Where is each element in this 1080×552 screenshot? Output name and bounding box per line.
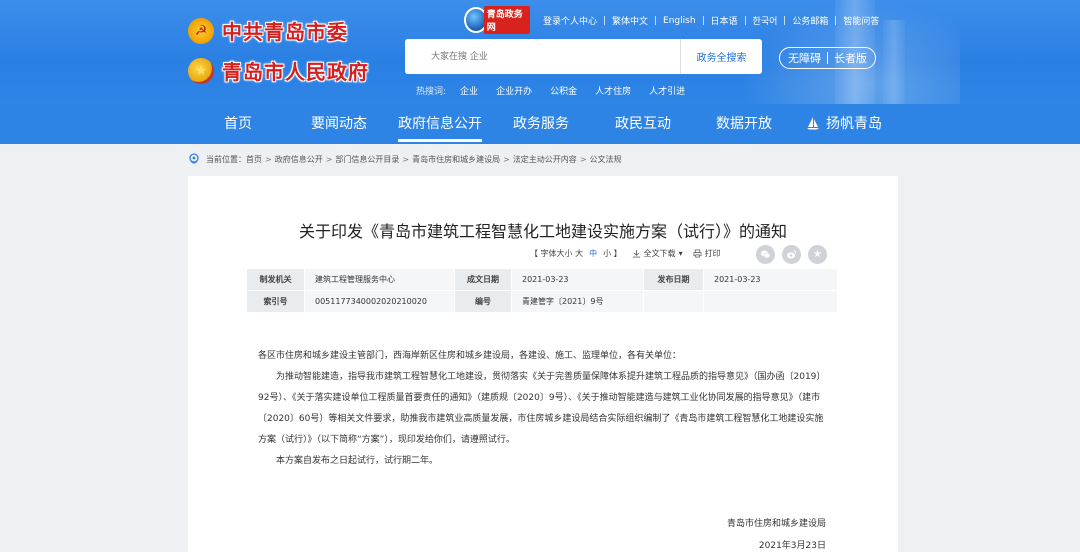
breadcrumb-separator: > [579,154,587,164]
meta-key: 编号 [454,290,512,313]
breadcrumb-separator: > [325,154,333,164]
table-row: 制发机关 建筑工程管理服务中心 成文日期 2021-03-23 发布日期 202… [246,268,838,291]
chevron-down-icon: ▾ [678,249,683,258]
nav-item-services[interactable]: 政务服务 [513,104,569,144]
hot-word[interactable]: 人才住房 [595,84,631,97]
meta-value: 0051177340002020210020 [304,290,455,313]
breadcrumb-separator: > [265,154,272,164]
article-title: 关于印发《青岛市建筑工程智慧化工地建设实施方案（试行）》的通知 [298,222,787,241]
hot-word[interactable]: 人才引进 [649,84,685,97]
hot-search-label: 热搜词: [416,87,447,97]
sail-icon [807,117,819,130]
article-tools: 【 字体大小 大 中 小 】 全文下载 ▾ 打印 [530,248,721,259]
body-paragraph: 本方案自发布之日起试行，试行期二年。 [276,456,439,466]
font-size-medium[interactable]: 中 [589,248,597,259]
document-meta-table: 制发机关 建筑工程管理服务中心 成文日期 2021-03-23 发布日期 202… [246,268,838,313]
font-size-label[interactable]: 【 字体大小 大 [530,248,583,259]
barrier-free-button[interactable]: 无障碍 [788,50,821,66]
hot-word[interactable]: 企业开办 [496,84,532,97]
search-button[interactable]: 政务全搜索 [680,39,762,74]
breadcrumb-label: 当前位置： [206,154,246,164]
party-emblem-icon: ☭ [188,17,214,44]
brand-line1: 中共青岛市委 [222,20,348,44]
link-traditional-chinese[interactable]: 繁体中文 [605,14,655,27]
brand-line2: 青岛市人民政府 [222,60,369,84]
link-login[interactable]: 登录个人中心 [536,14,604,27]
meta-value: 建筑工程管理服务中心 [304,268,455,291]
top-links: 登录个人中心 繁体中文 English 日本语 한국어 公务邮箱 智能问答 [536,14,886,28]
meta-value: 青建管字〔2021〕9号 [511,290,644,313]
download-button[interactable]: 全文下载 [644,248,676,259]
nav-item-label: 扬帆青岛 [826,116,882,132]
download-icon [632,249,640,258]
hot-search: 热搜词: 企业 企业开办 公积金 人才住房 人才引进 [416,84,703,97]
breadcrumb-item[interactable]: 青岛市住房和城乡建设局 [412,154,500,165]
link-official-mail[interactable]: 公务邮箱 [785,14,835,27]
breadcrumb-item[interactable]: 政府信息公开 [275,154,323,165]
article-body: 各区市住房和城乡建设主管部门，西海岸新区住房和城乡建设局，各建设、施工、监理单位… [258,346,828,472]
wechat-icon[interactable] [756,245,775,264]
signature-date: 2021年3月23日 [758,541,826,551]
meta-empty-cell [703,290,838,313]
nav-item-home[interactable]: 首页 [224,104,252,144]
search-bar: 政务全搜索 [405,39,762,74]
divider [827,52,828,64]
table-row: 索引号 0051177340002020210020 编号 青建管字〔2021〕… [246,290,838,313]
breadcrumb-separator: > [503,154,510,164]
weibo-icon[interactable] [782,245,801,264]
link-japanese[interactable]: 日本语 [704,14,745,27]
site-logo[interactable]: 青岛政务网 [464,6,530,34]
national-emblem-icon: ★ [188,57,214,84]
tower-decoration [883,20,905,104]
meta-key: 发布日期 [643,268,704,291]
article-panel: 关于印发《青岛市建筑工程智慧化工地建设实施方案（试行）》的通知 【 字体大小 大… [188,176,898,552]
font-size-small[interactable]: 小 】 [603,248,622,259]
signature-org: 青岛市住房和城乡建设局 [726,519,826,529]
favorite-star-icon[interactable]: ★ [808,245,827,264]
print-icon [693,249,702,258]
nav-item-interaction[interactable]: 政民互动 [615,104,671,144]
meta-key: 索引号 [246,290,305,313]
meta-empty-cell [643,290,704,313]
meta-key: 成文日期 [454,268,512,291]
meta-key: 制发机关 [246,268,305,291]
breadcrumb-item[interactable]: 部门信息公开目录 [335,154,399,165]
search-input[interactable] [405,39,680,74]
brand-party[interactable]: ☭ 中共青岛市委 [188,16,348,45]
share-buttons: ★ [749,245,827,264]
meta-value: 2021-03-23 [511,268,644,291]
nav-item-news[interactable]: 要闻动态 [311,104,367,144]
link-smart-qa[interactable]: 智能问答 [836,14,886,27]
main-nav: 首页 要闻动态 政府信息公开 政务服务 政民互动 数据开放 扬帆青岛 [0,104,1080,144]
breadcrumb-item[interactable]: 公文法规 [590,154,622,165]
accessibility-switch: 无障碍 长者版 [779,47,876,69]
print-button[interactable]: 打印 [705,248,721,259]
elder-mode-button[interactable]: 长者版 [834,50,867,66]
nav-item-gov-info[interactable]: 政府信息公开 [398,104,482,144]
nav-item-open-data[interactable]: 数据开放 [716,104,772,144]
breadcrumb-item[interactable]: 法定主动公开内容 [513,154,577,165]
breadcrumb-item[interactable]: 首页 [246,154,262,165]
link-korean[interactable]: 한국어 [746,14,785,27]
link-english[interactable]: English [656,16,703,26]
body-paragraph: 为推动智能建造，指导我市建筑工程智慧化工地建设，贯彻落实《关于完善质量保障体系提… [258,372,826,445]
hot-word[interactable]: 企业 [460,84,478,97]
site-header: ☭ 中共青岛市委 ★ 青岛市人民政府 青岛政务网 登录个人中心 繁体中文 Eng… [0,0,1080,104]
nav-item-qingdao[interactable]: 扬帆青岛 [806,104,882,144]
site-logo-text: 青岛政务网 [483,6,530,34]
brand-government[interactable]: ★ 青岛市人民政府 [188,56,369,85]
hot-word[interactable]: 公积金 [550,84,577,97]
salutation: 各区市住房和城乡建设主管部门，西海岸新区住房和城乡建设局，各建设、施工、监理单位… [258,351,682,361]
breadcrumb-separator: > [402,154,410,164]
meta-value: 2021-03-23 [703,268,838,291]
location-pin-icon [189,153,199,164]
breadcrumb: 当前位置： 首页 > 政府信息公开 > 部门信息公开目录 > 青岛市住房和城乡建… [188,153,622,165]
